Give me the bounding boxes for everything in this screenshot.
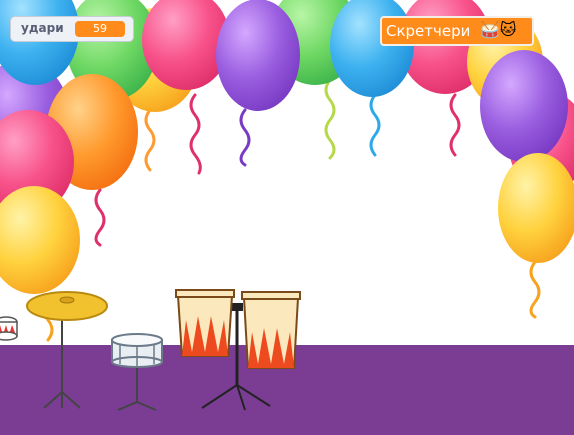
conga-drums[interactable]	[175, 289, 301, 411]
hits-monitor[interactable]: удари 59	[10, 16, 134, 42]
snare-drum[interactable]	[111, 333, 163, 411]
balloon	[498, 153, 574, 263]
cymbal[interactable]	[26, 291, 108, 409]
stage[interactable]: удари 59 Скретчери 🥁🐱	[0, 0, 574, 435]
balloon	[216, 0, 300, 111]
balloon	[0, 0, 79, 85]
balloon	[480, 50, 568, 162]
drum-sprite[interactable]	[0, 314, 18, 342]
hits-monitor-label: удари	[21, 21, 64, 35]
balloon	[330, 0, 414, 97]
hits-monitor-value: 59	[75, 21, 125, 37]
balloon	[0, 186, 80, 294]
drum-cat-icon: 🥁🐱	[480, 20, 517, 39]
scratchers-button[interactable]: Скретчери 🥁🐱	[380, 16, 534, 46]
scratchers-button-label: Скретчери	[386, 22, 471, 40]
balloon-decoration	[0, 0, 574, 411]
